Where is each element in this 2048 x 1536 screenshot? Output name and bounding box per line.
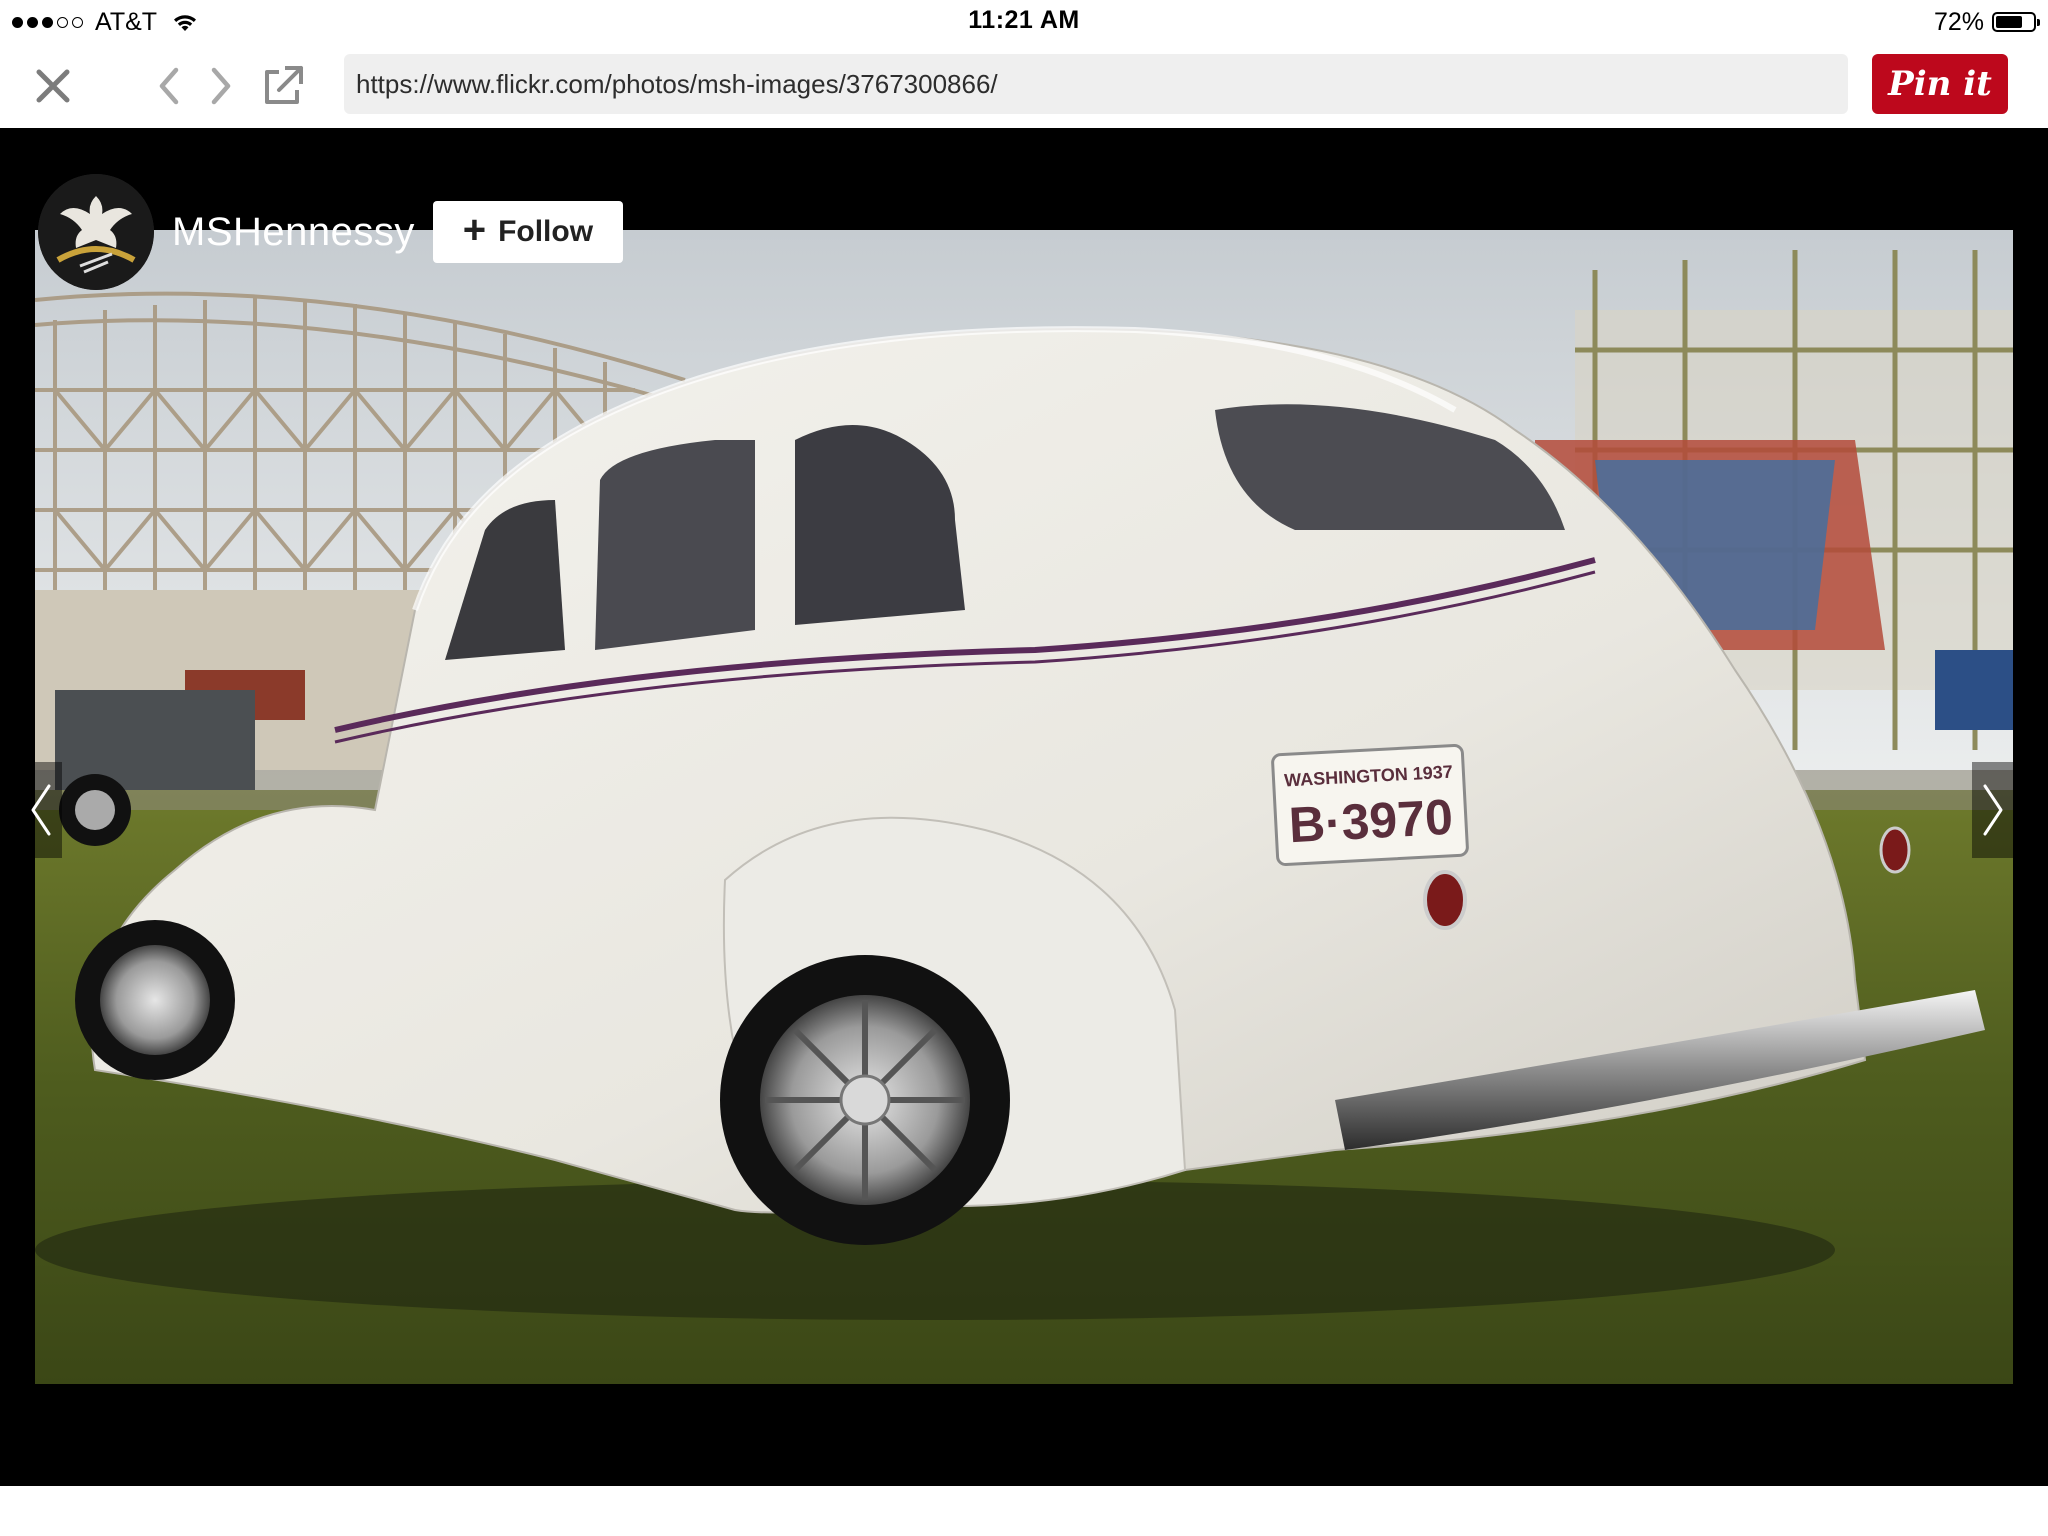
chevron-right-icon (1983, 784, 2003, 836)
back-button[interactable] (144, 60, 194, 112)
chevron-left-icon (31, 784, 51, 836)
chevron-left-icon (159, 67, 179, 105)
battery-percent: 72% (1933, 7, 1984, 36)
battery-cap (2037, 19, 2040, 26)
forward-button[interactable] (196, 60, 246, 112)
open-in-browser-button[interactable] (256, 60, 310, 112)
photo[interactable]: WASHINGTON 1937 B·3970 (35, 230, 2013, 1384)
follow-label: Follow (498, 215, 594, 248)
close-button[interactable] (26, 60, 80, 112)
follow-button[interactable]: + Follow (432, 201, 623, 263)
pin-it-button[interactable]: Pin it (1872, 54, 2008, 114)
avatar[interactable] (38, 174, 154, 290)
chevron-right-icon (211, 67, 231, 105)
previous-photo-button[interactable] (20, 762, 62, 858)
url-field[interactable]: https://www.flickr.com/photos/msh-images… (344, 54, 1848, 114)
car-photo-illustration: WASHINGTON 1937 B·3970 (35, 230, 2013, 1384)
status-right: 72% (1933, 6, 2040, 38)
next-photo-button[interactable] (1972, 762, 2014, 858)
plus-icon: + (462, 208, 487, 252)
battery-icon (1992, 12, 2040, 32)
plate-number-text: B·3970 (1287, 789, 1454, 854)
bottom-bar (0, 1486, 2048, 1536)
clock: 11:21 AM (968, 6, 1080, 34)
open-external-icon (265, 66, 303, 104)
photo-viewer: WASHINGTON 1937 B·3970 MSHennessy + Foll… (0, 128, 2048, 1486)
owner-name[interactable]: MSHennessy (172, 210, 415, 255)
browser-toolbar: https://www.flickr.com/photos/msh-images… (0, 44, 2048, 128)
battery-level (1996, 16, 2022, 28)
photo-owner: MSHennessy + Follow (38, 174, 623, 290)
eagle-emblem-icon (38, 174, 154, 290)
status-bar: AT&T 11:21 AM 72% (0, 0, 2048, 44)
close-icon (36, 69, 70, 103)
